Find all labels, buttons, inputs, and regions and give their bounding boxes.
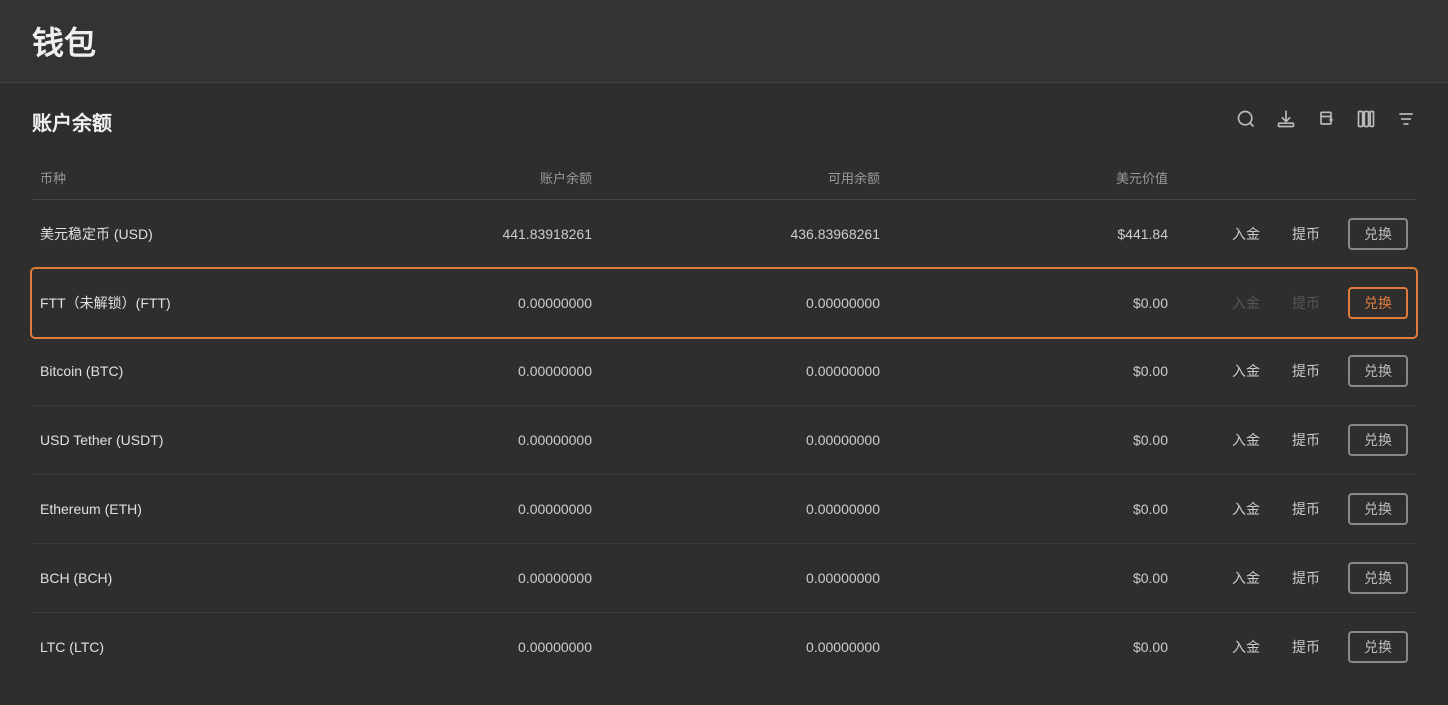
withdraw-button[interactable]: 提币 bbox=[1288, 635, 1324, 659]
usd-value: $0.00 bbox=[888, 501, 1176, 517]
convert-button[interactable]: 兑换 bbox=[1348, 287, 1408, 319]
convert-button[interactable]: 兑换 bbox=[1348, 562, 1408, 594]
available-balance: 0.00000000 bbox=[600, 432, 888, 448]
table-row: Bitcoin (BTC) 0.00000000 0.00000000 $0.0… bbox=[32, 337, 1416, 406]
available-balance: 436.83968261 bbox=[600, 226, 888, 242]
col-header-usd: 美元价值 bbox=[888, 168, 1176, 187]
deposit-button[interactable]: 入金 bbox=[1228, 222, 1264, 246]
deposit-button[interactable]: 入金 bbox=[1228, 635, 1264, 659]
col-header-balance: 账户余额 bbox=[312, 168, 600, 187]
table-row: Ethereum (ETH) 0.00000000 0.00000000 $0.… bbox=[32, 475, 1416, 544]
page-title: 钱包 bbox=[32, 25, 96, 61]
account-balance: 441.83918261 bbox=[312, 226, 600, 242]
account-balance: 0.00000000 bbox=[312, 295, 600, 311]
section-header: 账户余额 bbox=[32, 107, 1416, 136]
filter-icon[interactable] bbox=[1396, 109, 1416, 135]
available-balance: 0.00000000 bbox=[600, 501, 888, 517]
table-row: BCH (BCH) 0.00000000 0.00000000 $0.00 入金… bbox=[32, 544, 1416, 613]
withdraw-button[interactable]: 提币 bbox=[1288, 566, 1324, 590]
deposit-button[interactable]: 入金 bbox=[1228, 566, 1264, 590]
header-actions bbox=[1236, 109, 1416, 135]
table-row: USD Tether (USDT) 0.00000000 0.00000000 … bbox=[32, 406, 1416, 475]
account-balance: 0.00000000 bbox=[312, 501, 600, 517]
currency-name: Ethereum (ETH) bbox=[32, 501, 312, 517]
withdraw-button[interactable]: 提币 bbox=[1288, 497, 1324, 521]
usd-value: $0.00 bbox=[888, 295, 1176, 311]
currency-name: BCH (BCH) bbox=[32, 570, 312, 586]
usd-value: $441.84 bbox=[888, 226, 1176, 242]
col-header-actions bbox=[1176, 168, 1416, 187]
deposit-button[interactable]: 入金 bbox=[1228, 428, 1264, 452]
convert-button[interactable]: 兑换 bbox=[1348, 631, 1408, 663]
section-title: 账户余额 bbox=[32, 107, 112, 136]
withdraw-button[interactable]: 提币 bbox=[1288, 359, 1324, 383]
convert-button[interactable]: 兑换 bbox=[1348, 424, 1408, 456]
usd-value: $0.00 bbox=[888, 432, 1176, 448]
usd-value: $0.00 bbox=[888, 639, 1176, 655]
account-balance: 0.00000000 bbox=[312, 363, 600, 379]
download-icon[interactable] bbox=[1276, 109, 1296, 135]
account-balance: 0.00000000 bbox=[312, 570, 600, 586]
withdraw-button[interactable]: 提币 bbox=[1288, 222, 1324, 246]
col-header-available: 可用余额 bbox=[600, 168, 888, 187]
table-header: 币种 账户余额 可用余额 美元价值 bbox=[32, 160, 1416, 200]
available-balance: 0.00000000 bbox=[600, 570, 888, 586]
table-row: 美元稳定币 (USD) 441.83918261 436.83968261 $4… bbox=[32, 200, 1416, 269]
convert-button[interactable]: 兑换 bbox=[1348, 355, 1408, 387]
convert-button[interactable]: 兑换 bbox=[1348, 218, 1408, 250]
available-balance: 0.00000000 bbox=[600, 363, 888, 379]
currency-name: 美元稳定币 (USD) bbox=[32, 224, 312, 244]
currency-name: LTC (LTC) bbox=[32, 639, 312, 655]
account-balance: 0.00000000 bbox=[312, 432, 600, 448]
deposit-button: 入金 bbox=[1228, 291, 1264, 315]
deposit-button[interactable]: 入金 bbox=[1228, 497, 1264, 521]
search-icon[interactable] bbox=[1236, 109, 1256, 135]
print-icon[interactable] bbox=[1316, 109, 1336, 135]
available-balance: 0.00000000 bbox=[600, 295, 888, 311]
balance-table: 币种 账户余额 可用余额 美元价值 美元稳定币 (USD) 441.839182… bbox=[32, 160, 1416, 681]
withdraw-button[interactable]: 提币 bbox=[1288, 428, 1324, 452]
currency-name: Bitcoin (BTC) bbox=[32, 363, 312, 379]
columns-icon[interactable] bbox=[1356, 109, 1376, 135]
withdraw-button: 提币 bbox=[1288, 291, 1324, 315]
convert-button[interactable]: 兑换 bbox=[1348, 493, 1408, 525]
table-body: 美元稳定币 (USD) 441.83918261 436.83968261 $4… bbox=[32, 200, 1416, 681]
available-balance: 0.00000000 bbox=[600, 639, 888, 655]
col-header-currency: 币种 bbox=[32, 168, 312, 187]
deposit-button[interactable]: 入金 bbox=[1228, 359, 1264, 383]
usd-value: $0.00 bbox=[888, 570, 1176, 586]
table-row: FTT（未解锁）(FTT) 0.00000000 0.00000000 $0.0… bbox=[32, 269, 1416, 337]
account-balance: 0.00000000 bbox=[312, 639, 600, 655]
usd-value: $0.00 bbox=[888, 363, 1176, 379]
currency-name: FTT（未解锁）(FTT) bbox=[32, 293, 312, 313]
table-row: LTC (LTC) 0.00000000 0.00000000 $0.00 入金… bbox=[32, 613, 1416, 681]
currency-name: USD Tether (USDT) bbox=[32, 432, 312, 448]
